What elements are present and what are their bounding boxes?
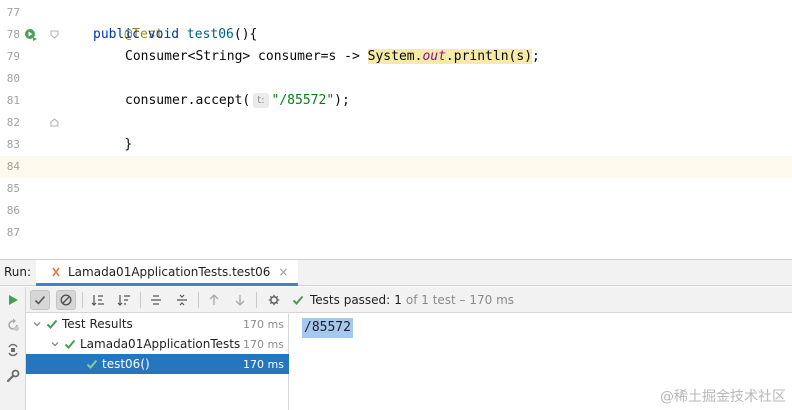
code-line[interactable]: consumer.accept(t: "/85572"); bbox=[125, 90, 350, 112]
watermark: @稀土掘金技术社区 bbox=[660, 389, 786, 405]
line-number: 82 bbox=[6, 116, 20, 129]
code-editor[interactable]: 77 78 79 80 81 82 83 84 85 86 87 @Test p… bbox=[0, 0, 792, 259]
wrench-icon bbox=[6, 369, 20, 383]
chevron-down-icon[interactable] bbox=[50, 339, 60, 349]
sort-alphabetically-button[interactable] bbox=[88, 290, 108, 310]
next-test-button[interactable] bbox=[230, 290, 250, 310]
line-number: 87 bbox=[6, 226, 20, 239]
tree-item-time: 170 ms bbox=[243, 317, 284, 331]
check-icon bbox=[46, 319, 58, 329]
arrow-up-icon bbox=[209, 294, 219, 305]
console-output-line[interactable]: /85572 bbox=[302, 318, 353, 338]
line-number: 80 bbox=[6, 72, 20, 85]
code-token: ; bbox=[532, 49, 540, 64]
previous-test-button[interactable] bbox=[204, 290, 224, 310]
test-status: Tests passed: 1 of 1 test – 170 ms bbox=[292, 287, 514, 313]
toggle-auto-test-button[interactable] bbox=[4, 341, 22, 359]
toolbar-separator bbox=[198, 292, 199, 308]
rerun-failed-button[interactable] bbox=[4, 316, 22, 334]
collapse-all-button[interactable] bbox=[172, 290, 192, 310]
line-number: 81 bbox=[6, 94, 20, 107]
gear-icon bbox=[268, 294, 280, 306]
fold-marker-icon[interactable] bbox=[50, 118, 59, 127]
rerun-failed-icon bbox=[8, 318, 19, 331]
tests-passed-label: Tests passed: bbox=[310, 293, 391, 307]
parameter-hint: t: bbox=[253, 93, 269, 108]
close-icon[interactable]: × bbox=[278, 265, 288, 279]
sort-by-duration-button[interactable] bbox=[114, 290, 134, 310]
run-test-icon[interactable] bbox=[24, 28, 38, 42]
auto-test-icon bbox=[8, 343, 18, 357]
line-number: 77 bbox=[6, 6, 20, 19]
show-ignored-toggle[interactable] bbox=[56, 290, 76, 310]
ignored-icon bbox=[60, 294, 72, 306]
tree-item-label: test06() bbox=[102, 357, 150, 371]
check-icon bbox=[292, 295, 304, 305]
play-icon bbox=[9, 295, 18, 305]
tree-item-test-class[interactable]: Lamada01ApplicationTests 170 ms bbox=[26, 334, 289, 354]
console-output[interactable]: /85572 @稀土掘金技术社区 bbox=[290, 314, 792, 410]
keyword-token: public void bbox=[93, 27, 180, 42]
method-reference-highlight: System.out.println(s) bbox=[367, 49, 533, 64]
check-icon bbox=[34, 295, 46, 305]
rerun-button[interactable] bbox=[4, 291, 22, 309]
line-number: 79 bbox=[6, 50, 20, 63]
code-token: consumer.accept( bbox=[125, 93, 251, 108]
run-tab[interactable]: Lamada01ApplicationTests.test06 × bbox=[36, 260, 299, 286]
toolbar-separator bbox=[82, 292, 83, 308]
chevron-down-icon[interactable] bbox=[32, 319, 42, 329]
line-number: 78 bbox=[6, 28, 20, 41]
current-line-highlight bbox=[56, 156, 792, 178]
line-number: 85 bbox=[6, 182, 20, 195]
fold-marker-icon[interactable] bbox=[50, 30, 59, 39]
toolbar-separator bbox=[140, 292, 141, 308]
code-line[interactable]: public void test06(){ bbox=[93, 24, 257, 46]
tests-passed-count: 1 bbox=[394, 293, 402, 307]
run-config-icon bbox=[52, 267, 60, 276]
string-literal-token: "/85572" bbox=[271, 93, 335, 108]
line-number: 84 bbox=[6, 160, 20, 173]
run-tab-label: Lamada01ApplicationTests.test06 bbox=[68, 264, 271, 279]
tree-item-label: Test Results bbox=[62, 317, 133, 331]
sort-alpha-icon bbox=[91, 295, 104, 306]
check-icon bbox=[86, 359, 98, 369]
code-token: (){ bbox=[233, 27, 258, 42]
check-icon bbox=[64, 339, 76, 349]
line-number: 86 bbox=[6, 204, 20, 217]
toolbar-separator bbox=[256, 292, 257, 308]
sort-duration-icon bbox=[117, 295, 130, 306]
test-results-tree[interactable]: Test Results 170 ms Lamada01ApplicationT… bbox=[26, 314, 289, 410]
tree-item-time: 170 ms bbox=[243, 337, 284, 351]
tree-item-test-method[interactable]: test06() 170 ms bbox=[26, 354, 289, 374]
test-options-button[interactable] bbox=[264, 290, 284, 310]
tests-total-summary: of 1 test – 170 ms bbox=[405, 293, 515, 307]
run-label: Run: bbox=[4, 265, 32, 279]
tree-item-label: Lamada01ApplicationTests bbox=[80, 337, 241, 351]
code-token: ); bbox=[334, 93, 350, 108]
settings-button[interactable] bbox=[4, 367, 22, 385]
show-passed-toggle[interactable] bbox=[30, 290, 50, 310]
method-name-token: test06 bbox=[186, 27, 234, 42]
tree-item-time: 170 ms bbox=[243, 357, 284, 371]
tree-item-test-results[interactable]: Test Results 170 ms bbox=[26, 314, 289, 334]
code-line[interactable]: @Test bbox=[93, 2, 163, 42]
code-token: Consumer<String> consumer=s -> bbox=[125, 49, 368, 64]
run-tool-window-header: Run: Lamada01ApplicationTests.test06 × bbox=[0, 259, 792, 286]
test-runner-toolbar: Tests passed: 1 of 1 test – 170 ms bbox=[26, 287, 792, 313]
code-line[interactable]: } bbox=[93, 112, 132, 152]
line-number: 83 bbox=[6, 138, 20, 151]
collapse-all-icon bbox=[177, 294, 187, 306]
run-side-toolbar bbox=[0, 287, 26, 410]
expand-all-icon bbox=[151, 295, 161, 305]
code-token: } bbox=[124, 137, 133, 152]
expand-all-button[interactable] bbox=[146, 290, 166, 310]
code-line[interactable]: Consumer<String> consumer=s -> System.ou… bbox=[125, 46, 540, 68]
arrow-down-icon bbox=[235, 295, 245, 306]
